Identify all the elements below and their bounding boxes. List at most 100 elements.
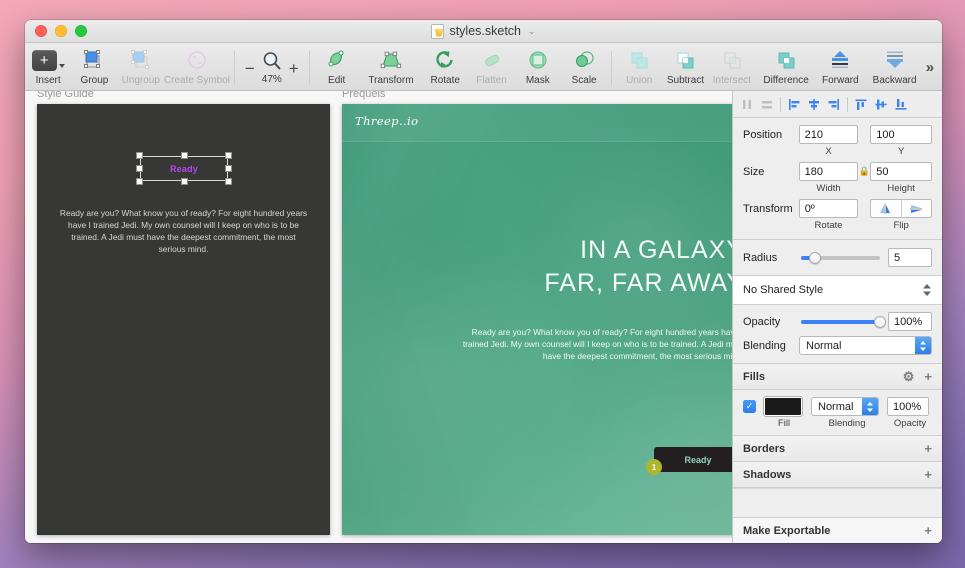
toolbar-scale[interactable]: Scale [561,45,607,86]
gear-icon[interactable]: ⚙ [903,369,915,385]
radius-slider[interactable] [801,256,880,260]
style-guide-body-copy[interactable]: Ready are you? What know you of ready? F… [57,207,310,255]
alignment-divider-2 [847,97,848,112]
toolbar-union[interactable]: Union [616,45,662,86]
fill-enabled-checkbox[interactable]: ✓ [743,400,756,413]
toolbar-scale-label: Scale [572,75,597,86]
hero-body-copy[interactable]: Ready are you? What know you of ready? F… [454,326,732,362]
toolbar-edit[interactable]: Edit [314,45,360,86]
radius-row: Radius 5 [743,248,932,267]
toolbar-subtract[interactable]: Subtract [662,45,708,86]
hero-heading-line-2: FAR, FAR AWAY [342,267,732,300]
flip-horizontal-icon[interactable] [871,200,901,217]
toolbar-group-label: Group [81,75,109,86]
rotate-input[interactable]: 0º [799,199,859,218]
align-left-icon[interactable] [785,95,803,114]
fill-blending-select[interactable]: Normal [811,397,879,416]
shared-style-selector[interactable]: No Shared Style [733,276,942,305]
scale-icon [572,48,596,72]
distribute-horizontal-icon[interactable] [738,95,756,114]
fill-blending-value: Normal [818,401,853,413]
close-button[interactable] [35,25,47,37]
resize-handle-w[interactable] [136,165,143,172]
resize-handle-e[interactable] [225,165,232,172]
cta-ready-button[interactable]: Ready [654,447,732,472]
resize-handle-se[interactable] [225,178,232,185]
selected-layer-ready[interactable]: Ready [140,156,228,181]
resize-handle-nw[interactable] [136,152,143,159]
canvas-area[interactable]: Style Guide Prequels Ready Ready are you… [25,91,732,543]
make-exportable-header[interactable]: Make Exportable + [733,517,942,543]
hero-heading[interactable]: IN A GALAXY FAR, FAR AWAY [342,234,732,300]
toolbar-intersect[interactable]: Intersect [709,45,755,86]
artboard-style-guide[interactable]: Ready Ready are you? What know you of re… [37,104,330,535]
position-x-sublabel: X [799,146,859,157]
fill-opacity-input[interactable]: 100% [887,397,929,416]
toolbar-difference[interactable]: Difference [755,45,817,86]
create-symbol-icon [185,48,209,72]
rotate-icon [433,48,457,72]
distribute-vertical-icon[interactable] [758,95,776,114]
fill-color-swatch[interactable] [764,397,802,416]
add-border-button[interactable]: + [924,441,932,456]
toolbar-forward[interactable]: Forward [817,45,863,86]
toolbar-insert[interactable]: + Insert [25,45,71,86]
position-sublabels: X Y [743,146,932,157]
toolbar-create-symbol[interactable]: Create Symbol [164,45,230,86]
artboard-prequels[interactable]: Threep..io IN A GALAXY FAR, FAR AWAY Rea… [342,104,732,535]
align-right-icon[interactable] [825,95,843,114]
borders-section-header[interactable]: Borders + [733,436,942,462]
fill-sublabels: Fill Blending Opacity [743,418,932,429]
position-row: Position 210 100 [743,125,932,144]
position-x-input[interactable]: 210 [799,125,859,144]
add-shadow-button[interactable]: + [924,467,932,482]
align-center-h-icon[interactable] [805,95,823,114]
lock-icon[interactable]: 🔒 [858,166,870,177]
flip-vertical-icon[interactable] [902,200,931,217]
resize-handle-sw[interactable] [136,178,143,185]
align-bottom-icon[interactable] [892,95,910,114]
add-export-button[interactable]: + [924,523,932,538]
toolbar-rotate[interactable]: Rotate [422,45,468,86]
transform-row: Transform 0º [743,199,932,218]
opacity-slider[interactable] [801,320,880,324]
artboard-label-style-guide[interactable]: Style Guide [37,91,94,100]
opacity-input[interactable]: 100% [888,312,932,331]
resize-handle-s[interactable] [181,178,188,185]
toolbar-overflow-button[interactable]: » [926,59,934,76]
minimize-button[interactable] [55,25,67,37]
position-y-input[interactable]: 100 [870,125,932,144]
toolbar-edit-label: Edit [328,75,345,86]
zoom-magnifier[interactable]: 47% [262,51,282,85]
zoom-button[interactable] [75,25,87,37]
stepper-updown-icon[interactable] [922,283,932,297]
toolbar-ungroup[interactable]: Ungroup [118,45,164,86]
toolbar-transform[interactable]: Transform [360,45,422,86]
toolbar-mask[interactable]: Mask [515,45,561,86]
resize-handle-ne[interactable] [225,152,232,159]
toolbar-flatten[interactable]: Flatten [468,45,514,86]
toolbar-mask-label: Mask [526,75,550,86]
site-brand-logo[interactable]: Threep..io [355,114,418,128]
chevron-down-icon[interactable]: ⌄ [528,26,536,37]
toolbar-group[interactable]: Group [71,45,117,86]
size-height-input[interactable]: 50 [870,162,932,181]
align-top-icon[interactable] [852,95,870,114]
blending-select[interactable]: Normal [799,336,932,355]
size-width-input[interactable]: 180 [799,162,859,181]
size-label: Size [743,166,799,178]
toolbar-backward-label: Backward [873,75,917,86]
artboard-label-prequels[interactable]: Prequels [342,91,385,100]
zoom-in-button[interactable]: + [289,60,299,77]
add-fill-button[interactable]: + [924,369,932,384]
flip-sublabel: Flip [870,220,932,231]
toolbar-difference-label: Difference [763,75,808,86]
resize-handle-n[interactable] [181,152,188,159]
radius-input[interactable]: 5 [888,248,932,267]
toolbar-divider-3 [611,51,612,85]
toolbar-backward[interactable]: Backward [863,45,925,86]
align-center-v-icon[interactable] [872,95,890,114]
cta-badge[interactable]: 1 [646,459,662,475]
zoom-out-button[interactable]: − [245,60,255,77]
shadows-section-header[interactable]: Shadows + [733,462,942,488]
